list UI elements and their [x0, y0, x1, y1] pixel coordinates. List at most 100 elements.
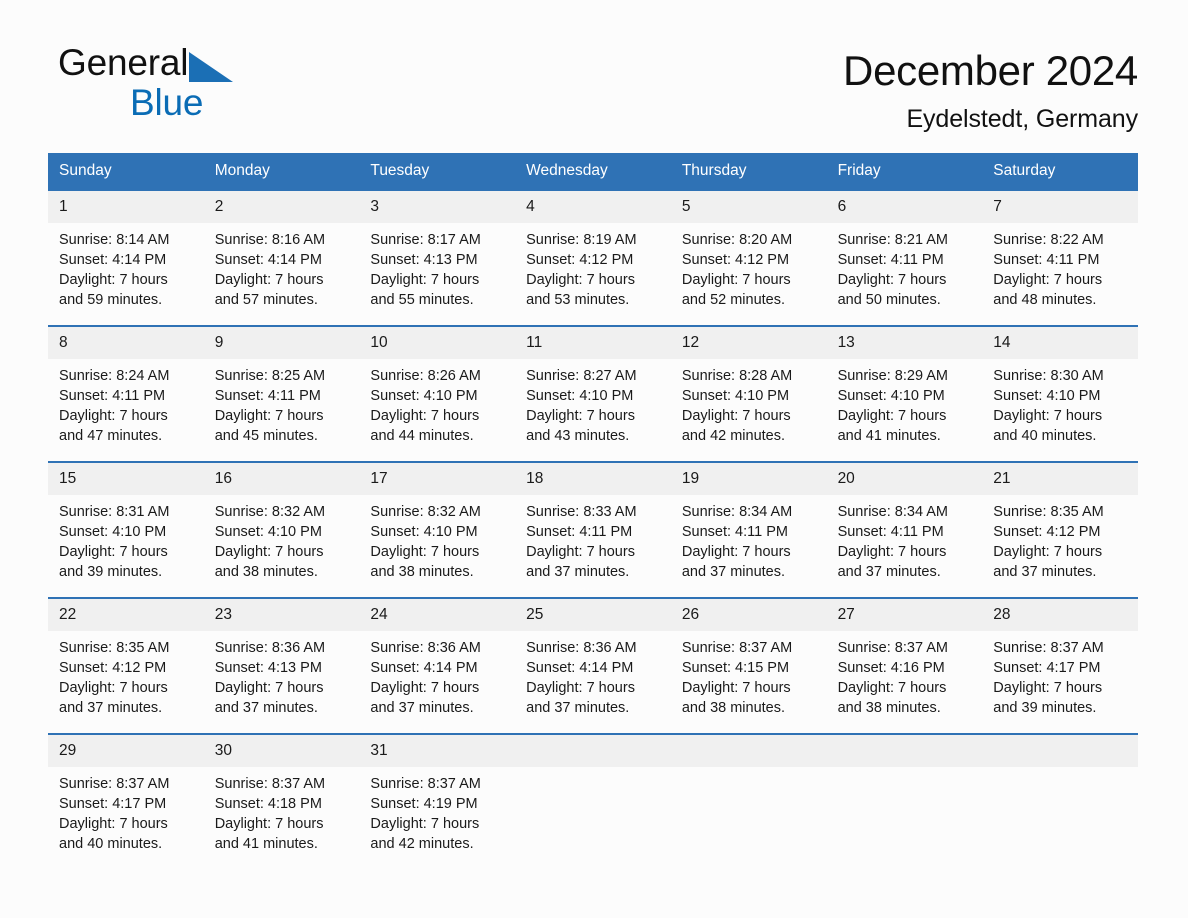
day-cell[interactable]: 19 Sunrise: 8:34 AM Sunset: 4:11 PM Dayl… — [670, 463, 827, 597]
day-number: 11 — [515, 327, 671, 359]
daylight-text-line2: and 37 minutes. — [526, 564, 630, 580]
day-cell-empty — [670, 735, 827, 869]
daylight-text-line1: Daylight: 7 hours — [993, 408, 1103, 424]
generalblue-logo[interactable]: General Blue — [58, 44, 298, 130]
sunset-text: Sunset: 4:10 PM — [837, 388, 945, 404]
daylight-text-line2: and 57 minutes. — [214, 292, 318, 308]
calendar-week-row: 8 Sunrise: 8:24 AM Sunset: 4:11 PM Dayli… — [48, 325, 1138, 461]
sunrise-text: Sunrise: 8:31 AM — [59, 504, 170, 520]
daylight-text-line2: and 37 minutes. — [837, 564, 941, 580]
daylight-text-line1: Daylight: 7 hours — [526, 680, 635, 696]
title-block: December 2024 Eydelstedt, Germany — [843, 44, 1138, 136]
daylight-text-line1: Daylight: 7 hours — [59, 408, 168, 424]
sunset-text: Sunset: 4:13 PM — [214, 660, 322, 676]
sunrise-text: Sunrise: 8:36 AM — [526, 640, 637, 656]
day-cell[interactable]: 13 Sunrise: 8:29 AM Sunset: 4:10 PM Dayl… — [826, 327, 983, 461]
day-cell[interactable]: 31 Sunrise: 8:37 AM Sunset: 4:19 PM Dayl… — [359, 735, 516, 869]
day-number: 22 — [48, 599, 204, 631]
day-cell[interactable]: 15 Sunrise: 8:31 AM Sunset: 4:10 PM Dayl… — [48, 463, 204, 597]
sunset-text: Sunset: 4:12 PM — [681, 252, 790, 268]
day-cell[interactable]: 12 Sunrise: 8:28 AM Sunset: 4:10 PM Dayl… — [670, 327, 827, 461]
day-cell[interactable]: 30 Sunrise: 8:37 AM Sunset: 4:18 PM Dayl… — [203, 735, 360, 869]
day-cell[interactable]: 29 Sunrise: 8:37 AM Sunset: 4:17 PM Dayl… — [48, 735, 204, 869]
daylight-text-line2: and 42 minutes. — [370, 836, 474, 852]
day-cell[interactable]: 22 Sunrise: 8:35 AM Sunset: 4:12 PM Dayl… — [48, 599, 204, 733]
daylight-text-line2: and 37 minutes. — [681, 564, 786, 580]
day-cell[interactable]: 6 Sunrise: 8:21 AM Sunset: 4:11 PM Dayli… — [826, 191, 983, 325]
sunrise-text: Sunrise: 8:16 AM — [214, 232, 326, 248]
sunrise-text: Sunrise: 8:14 AM — [59, 232, 170, 248]
sunrise-text: Sunrise: 8:24 AM — [59, 368, 170, 384]
daylight-text-line1: Daylight: 7 hours — [837, 408, 947, 424]
day-number — [670, 735, 827, 767]
day-info: Sunrise: 8:37 AM Sunset: 4:17 PM Dayligh… — [982, 631, 1138, 718]
day-cell[interactable]: 11 Sunrise: 8:27 AM Sunset: 4:10 PM Dayl… — [515, 327, 671, 461]
day-cell[interactable]: 4 Sunrise: 8:19 AM Sunset: 4:12 PM Dayli… — [515, 191, 671, 325]
daylight-text-line1: Daylight: 7 hours — [681, 680, 791, 696]
sunrise-text: Sunrise: 8:28 AM — [681, 368, 793, 384]
sunrise-text: Sunrise: 8:35 AM — [993, 504, 1104, 520]
daylight-text-line1: Daylight: 7 hours — [681, 544, 791, 560]
day-cell[interactable]: 14 Sunrise: 8:30 AM Sunset: 4:10 PM Dayl… — [982, 327, 1138, 461]
day-cell[interactable]: 9 Sunrise: 8:25 AM Sunset: 4:11 PM Dayli… — [203, 327, 360, 461]
day-number — [826, 735, 983, 767]
day-cell[interactable]: 5 Sunrise: 8:20 AM Sunset: 4:12 PM Dayli… — [670, 191, 827, 325]
day-number: 26 — [670, 599, 827, 631]
day-cell[interactable]: 8 Sunrise: 8:24 AM Sunset: 4:11 PM Dayli… — [48, 327, 204, 461]
daylight-text-line1: Daylight: 7 hours — [526, 272, 635, 288]
sunrise-text: Sunrise: 8:36 AM — [370, 640, 481, 656]
day-cell[interactable]: 26 Sunrise: 8:37 AM Sunset: 4:15 PM Dayl… — [670, 599, 827, 733]
daylight-text-line2: and 37 minutes. — [370, 700, 474, 716]
day-info: Sunrise: 8:36 AM Sunset: 4:14 PM Dayligh… — [359, 631, 515, 718]
day-cell-empty — [515, 735, 671, 869]
day-cell[interactable]: 1 Sunrise: 8:14 AM Sunset: 4:14 PM Dayli… — [48, 191, 204, 325]
calendar-page: General Blue December 2024 Eydelstedt, G… — [0, 0, 1188, 918]
day-info — [982, 767, 1138, 774]
day-cell[interactable]: 25 Sunrise: 8:36 AM Sunset: 4:14 PM Dayl… — [515, 599, 671, 733]
sunrise-text: Sunrise: 8:29 AM — [837, 368, 948, 384]
daylight-text-line1: Daylight: 7 hours — [681, 408, 791, 424]
sunset-text: Sunset: 4:14 PM — [526, 660, 634, 676]
daylight-text-line2: and 45 minutes. — [214, 428, 318, 444]
sunrise-text: Sunrise: 8:37 AM — [59, 776, 170, 792]
day-cell[interactable]: 16 Sunrise: 8:32 AM Sunset: 4:10 PM Dayl… — [203, 463, 360, 597]
day-info: Sunrise: 8:34 AM Sunset: 4:11 PM Dayligh… — [827, 495, 983, 582]
day-cell[interactable]: 10 Sunrise: 8:26 AM Sunset: 4:10 PM Dayl… — [359, 327, 516, 461]
calendar-week-row: 22 Sunrise: 8:35 AM Sunset: 4:12 PM Dayl… — [48, 597, 1138, 733]
day-number: 3 — [359, 191, 516, 223]
day-cell[interactable]: 3 Sunrise: 8:17 AM Sunset: 4:13 PM Dayli… — [359, 191, 516, 325]
day-cell[interactable]: 7 Sunrise: 8:22 AM Sunset: 4:11 PM Dayli… — [982, 191, 1138, 325]
day-cell[interactable]: 2 Sunrise: 8:16 AM Sunset: 4:14 PM Dayli… — [203, 191, 360, 325]
logo-top-row: General — [58, 44, 298, 82]
daylight-text-line1: Daylight: 7 hours — [993, 272, 1103, 288]
day-info — [827, 767, 983, 774]
sunset-text: Sunset: 4:14 PM — [370, 660, 478, 676]
day-cell[interactable]: 27 Sunrise: 8:37 AM Sunset: 4:16 PM Dayl… — [826, 599, 983, 733]
daylight-text-line2: and 55 minutes. — [370, 292, 474, 308]
daylight-text-line2: and 44 minutes. — [370, 428, 474, 444]
day-number: 20 — [826, 463, 983, 495]
daylight-text-line2: and 38 minutes. — [370, 564, 474, 580]
daylight-text-line2: and 48 minutes. — [993, 292, 1097, 308]
day-info: Sunrise: 8:37 AM Sunset: 4:16 PM Dayligh… — [827, 631, 983, 718]
day-cell[interactable]: 17 Sunrise: 8:32 AM Sunset: 4:10 PM Dayl… — [359, 463, 516, 597]
day-info: Sunrise: 8:17 AM Sunset: 4:13 PM Dayligh… — [359, 223, 515, 310]
day-cell[interactable]: 20 Sunrise: 8:34 AM Sunset: 4:11 PM Dayl… — [826, 463, 983, 597]
day-cell[interactable]: 24 Sunrise: 8:36 AM Sunset: 4:14 PM Dayl… — [359, 599, 516, 733]
day-cell[interactable]: 28 Sunrise: 8:37 AM Sunset: 4:17 PM Dayl… — [982, 599, 1138, 733]
day-number — [982, 735, 1138, 767]
weekday-header-saturday: Saturday — [993, 162, 1056, 179]
daylight-text-line1: Daylight: 7 hours — [370, 680, 480, 696]
day-info: Sunrise: 8:33 AM Sunset: 4:11 PM Dayligh… — [515, 495, 671, 582]
day-cell[interactable]: 21 Sunrise: 8:35 AM Sunset: 4:12 PM Dayl… — [982, 463, 1138, 597]
day-number: 23 — [203, 599, 360, 631]
daylight-text-line2: and 38 minutes. — [837, 700, 941, 716]
day-info: Sunrise: 8:26 AM Sunset: 4:10 PM Dayligh… — [359, 359, 515, 446]
day-info: Sunrise: 8:30 AM Sunset: 4:10 PM Dayligh… — [982, 359, 1138, 446]
day-info: Sunrise: 8:16 AM Sunset: 4:14 PM Dayligh… — [204, 223, 360, 310]
day-cell[interactable]: 23 Sunrise: 8:36 AM Sunset: 4:13 PM Dayl… — [203, 599, 360, 733]
day-cell[interactable]: 18 Sunrise: 8:33 AM Sunset: 4:11 PM Dayl… — [515, 463, 671, 597]
day-number: 9 — [203, 327, 360, 359]
daylight-text-line2: and 39 minutes. — [59, 564, 163, 580]
day-number: 16 — [203, 463, 360, 495]
